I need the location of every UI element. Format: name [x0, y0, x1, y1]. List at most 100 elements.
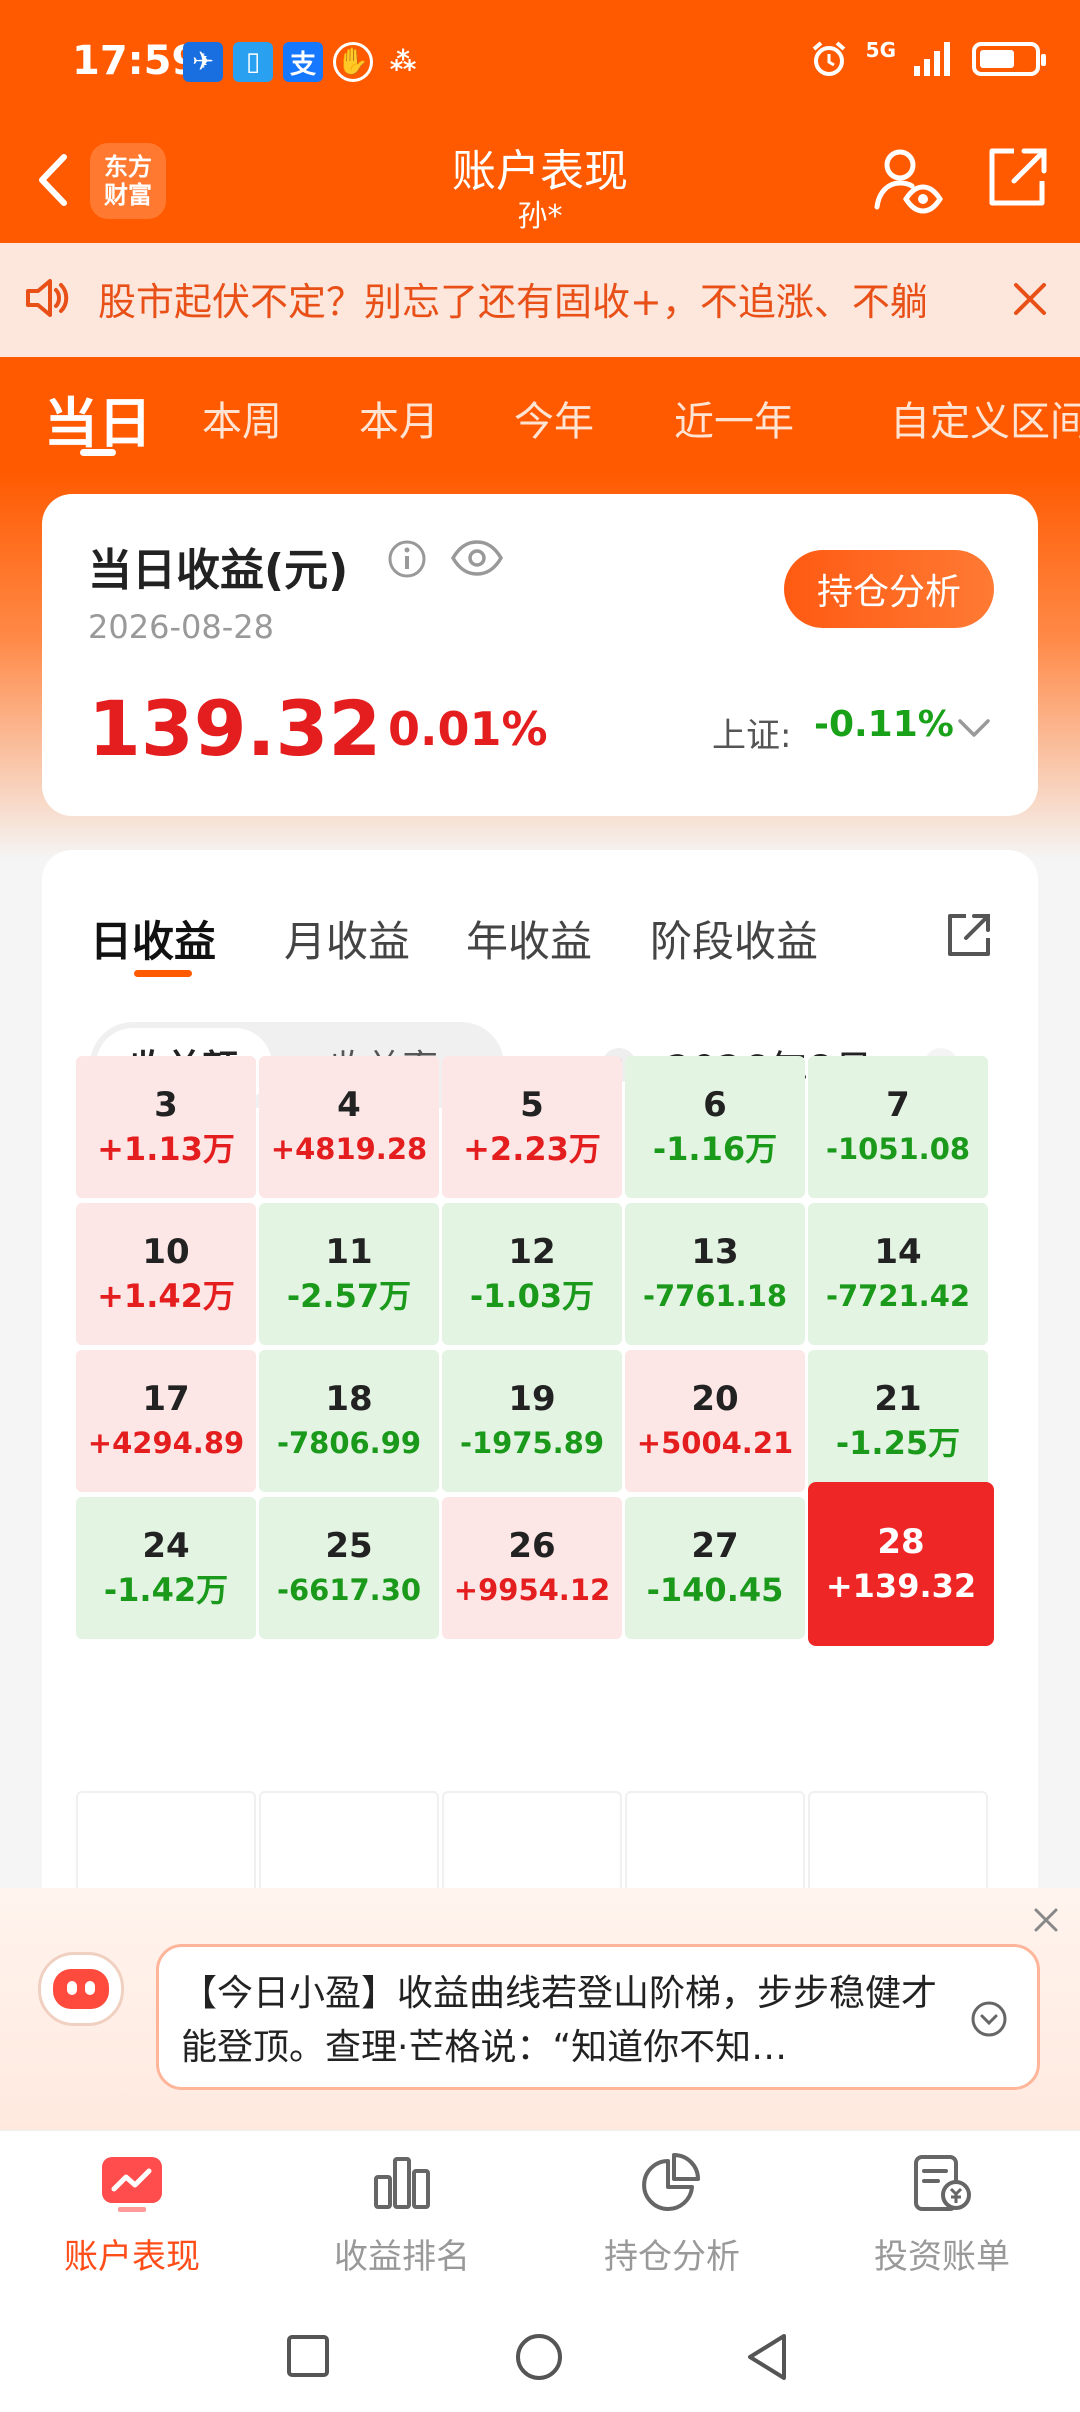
- recent-apps-icon[interactable]: [286, 2334, 330, 2378]
- period-tabs: 当日 本周 本月 今年 近一年 自定义区间: [0, 357, 1080, 477]
- calendar-day[interactable]: 27 -140.45: [625, 1497, 805, 1639]
- calendar-day-number: 25: [325, 1526, 373, 1566]
- calendar-day[interactable]: 10 +1.42万: [76, 1203, 256, 1345]
- calendar-day-number: 24: [142, 1526, 190, 1566]
- calendar-day[interactable]: 20 +5004.21: [625, 1350, 805, 1492]
- app-notify-icon: ✈: [183, 42, 223, 82]
- calendar-day-profit: -1.16万: [652, 1130, 778, 1168]
- calendar-day-empty: [808, 1791, 988, 1890]
- calendar-day[interactable]: 5 +2.23万: [442, 1056, 622, 1198]
- book-notify-icon: ▯: [233, 42, 273, 82]
- calendar-day-profit: -1975.89: [459, 1426, 605, 1460]
- calendar-day[interactable]: 17 +4294.89: [76, 1350, 256, 1492]
- calendar-day-profit: +1.13万: [97, 1130, 235, 1168]
- home-icon[interactable]: [514, 2332, 564, 2382]
- alipay-notify-icon: 支: [283, 42, 323, 82]
- calendar-day-number: 20: [691, 1379, 739, 1419]
- calendar-day-profit: -6617.30: [276, 1573, 422, 1607]
- returns-tab-indicator: [134, 970, 192, 977]
- tab-daily-returns[interactable]: 日收益: [90, 908, 216, 969]
- notice-banner[interactable]: 股市起伏不定？别忘了还有固收+，不追涨、不躺: [0, 243, 1080, 357]
- nav-return-ranking[interactable]: 收益排名: [302, 2153, 502, 2278]
- pie-chart-icon: [642, 2153, 700, 2211]
- calendar-day-profit: +4294.89: [87, 1426, 245, 1460]
- tip-bubble[interactable]: 【今日小盈】收益曲线若登山阶梯，步步稳健才能登顶。查理·芒格说：“知道你不知…: [156, 1944, 1040, 2090]
- tab-today[interactable]: 当日: [44, 379, 152, 458]
- notification-icons: ✈ ▯ 支 ✋ ⁂: [183, 42, 423, 82]
- calendar-day-number: 5: [520, 1085, 544, 1125]
- grid-notify-icon: ⁂: [389, 47, 417, 77]
- tab-this-week[interactable]: 本周: [202, 389, 282, 447]
- tab-this-month[interactable]: 本月: [359, 389, 439, 447]
- calendar-day-number: 7: [886, 1085, 910, 1125]
- eye-icon[interactable]: [450, 538, 504, 578]
- daily-summary-card: 当日收益(元) 2026-08-28 持仓分析 139.32 0.01% 上证:…: [42, 494, 1038, 816]
- calendar-day-empty: [259, 1791, 439, 1890]
- calendar-day-today[interactable]: 28 +139.32: [808, 1482, 994, 1646]
- calendar-day-number: 27: [691, 1526, 739, 1566]
- ai-tip-panel: 【今日小盈】收益曲线若登山阶梯，步步稳健才能登顶。查理·芒格说：“知道你不知…: [0, 1888, 1080, 2130]
- tab-custom-range[interactable]: 自定义区间: [890, 389, 1080, 447]
- calendar-day-profit: -7761.18: [642, 1279, 788, 1313]
- calendar-day[interactable]: 6 -1.16万: [625, 1056, 805, 1198]
- calendar-day-profit: -1051.08: [825, 1132, 971, 1166]
- nav-account-performance[interactable]: 账户表现: [32, 2153, 232, 2278]
- calendar-day-number: 4: [337, 1085, 361, 1125]
- export-icon[interactable]: [942, 908, 996, 962]
- summary-title: 当日收益(元): [88, 545, 349, 596]
- network-type: 5G: [865, 38, 896, 62]
- tab-monthly-returns[interactable]: 月收益: [284, 908, 410, 969]
- calendar-day[interactable]: 25 -6617.30: [259, 1497, 439, 1639]
- alarm-icon: [812, 41, 845, 76]
- calendar-day-number: 13: [691, 1232, 739, 1272]
- calendar-day[interactable]: 3 +1.13万: [76, 1056, 256, 1198]
- share-icon[interactable]: [984, 145, 1050, 211]
- calendar-day[interactable]: 14 -7721.42: [808, 1203, 988, 1345]
- calendar-day-number: 6: [703, 1085, 727, 1125]
- close-notice-icon[interactable]: [1008, 277, 1052, 321]
- tab-yearly-returns[interactable]: 年收益: [466, 908, 592, 969]
- calendar-day-empty: [442, 1791, 622, 1890]
- index-value: -0.11%: [814, 704, 954, 745]
- privacy-view-icon[interactable]: [872, 145, 944, 217]
- calendar-day[interactable]: 26 +9954.12: [442, 1497, 622, 1639]
- close-tip-icon[interactable]: [1030, 1904, 1062, 1936]
- tab-period-returns[interactable]: 阶段收益: [650, 908, 818, 969]
- calendar-day[interactable]: 11 -2.57万: [259, 1203, 439, 1345]
- calendar-day-profit: -2.57万: [286, 1277, 412, 1315]
- summary-date: 2026-08-28: [88, 608, 274, 646]
- calendar-day[interactable]: 19 -1975.89: [442, 1350, 622, 1492]
- nav-holdings-analysis[interactable]: 持仓分析: [572, 2153, 772, 2278]
- calendar-day[interactable]: 18 -7806.99: [259, 1350, 439, 1492]
- calendar-day-empty: [625, 1791, 805, 1890]
- calendar-day-profit: +5004.21: [636, 1426, 794, 1460]
- robot-avatar-icon: [38, 1952, 124, 2026]
- hand-notify-icon: ✋: [333, 42, 373, 82]
- calendar-day[interactable]: 12 -1.03万: [442, 1203, 622, 1345]
- calendar-day-profit: +2.23万: [463, 1130, 601, 1168]
- expand-tip-icon[interactable]: [969, 1999, 1009, 2039]
- calendar-day[interactable]: 7 -1051.08: [808, 1056, 988, 1198]
- chevron-down-icon[interactable]: [956, 716, 992, 740]
- signal-icon: [914, 42, 950, 76]
- index-label: 上证:: [712, 716, 792, 756]
- calendar-day[interactable]: 4 +4819.28: [259, 1056, 439, 1198]
- calendar-day[interactable]: 24 -1.42万: [76, 1497, 256, 1639]
- status-bar: 17:59 ✈ ▯ 支 ✋ ⁂ 5G: [0, 0, 1080, 125]
- calendar-day[interactable]: 21 -1.25万: [808, 1350, 988, 1492]
- calendar-day-profit: +1.42万: [97, 1277, 235, 1315]
- notice-text: 股市起伏不定？别忘了还有固收+，不追涨、不躺: [98, 280, 928, 324]
- tab-last-year[interactable]: 近一年: [674, 389, 794, 447]
- app-header: 东方 财富 账户表现 孙*: [0, 125, 1080, 243]
- calendar-day-number: 10: [142, 1232, 190, 1272]
- calendar-day-number: 17: [142, 1379, 190, 1419]
- calendar-day[interactable]: 13 -7761.18: [625, 1203, 805, 1345]
- tab-this-year[interactable]: 今年: [514, 389, 594, 447]
- calendar-day-profit: -7721.42: [825, 1279, 971, 1313]
- holdings-analysis-button[interactable]: 持仓分析: [784, 550, 994, 628]
- nav-investment-bill[interactable]: 投资账单: [842, 2153, 1042, 2278]
- battery-icon: [972, 42, 1046, 76]
- calendar-day-profit: -1.03万: [469, 1277, 595, 1315]
- back-nav-icon[interactable]: [744, 2332, 790, 2382]
- info-icon[interactable]: [386, 538, 428, 580]
